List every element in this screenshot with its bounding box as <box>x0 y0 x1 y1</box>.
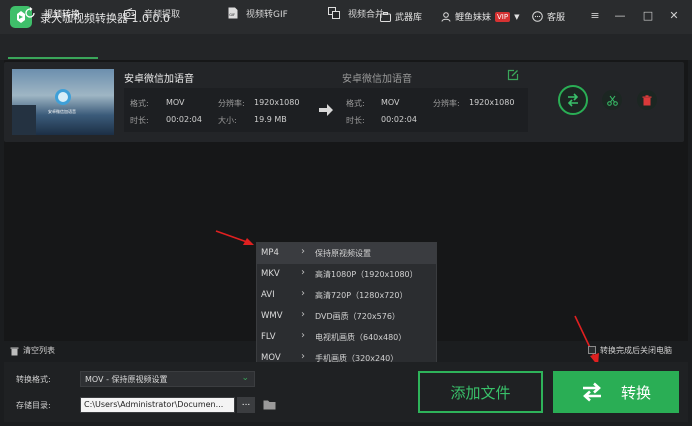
format-option-flv[interactable]: FLV <box>261 332 276 342</box>
tab-audio-extract[interactable]: 音频提取 <box>124 0 180 26</box>
target-duration-value: 00:02:04 <box>381 115 417 124</box>
vip-badge: VIP <box>495 11 511 22</box>
preset-option[interactable]: 高清1080P（1920x1080） <box>315 269 418 280</box>
target-format-label: 格式: <box>346 99 365 108</box>
scissors-icon <box>606 95 618 106</box>
target-resolution-label: 分辨率: <box>433 99 460 108</box>
svg-text:GIF: GIF <box>229 13 235 17</box>
source-size-label: 大小: <box>218 116 237 125</box>
format-option-mkv[interactable]: MKV <box>261 269 280 279</box>
clear-list-label: 清空列表 <box>23 346 55 355</box>
chevron-right-icon: › <box>301 267 305 278</box>
menu-icon[interactable]: ≡ <box>587 8 603 24</box>
shutdown-checkbox[interactable] <box>588 346 596 354</box>
output-format-value: MOV - 保持原视频设置 <box>85 375 168 384</box>
user-icon <box>441 11 451 22</box>
shutdown-after-label: 转换完成后关闭电脑 <box>600 346 672 355</box>
tab-label: 视频合并 <box>348 9 385 20</box>
thumbnail-caption: 安卓微信加语音 <box>48 109 76 114</box>
source-duration-value: 00:02:04 <box>166 115 202 124</box>
tab-bar <box>0 34 692 60</box>
clear-list-button[interactable]: 清空列表 <box>10 345 55 356</box>
tab-label: 音频提取 <box>144 9 181 20</box>
maximize-icon[interactable]: □ <box>640 8 656 24</box>
chevron-right-icon: › <box>301 309 305 320</box>
video-thumbnail[interactable]: 安卓微信加语音 <box>12 69 114 135</box>
refresh-icon <box>25 7 35 18</box>
merge-icon <box>328 7 340 19</box>
annotation-arrow-icon <box>215 230 254 245</box>
arrow-right-icon <box>319 104 333 116</box>
target-resolution-value: 1920x1080 <box>469 98 515 107</box>
preset-option[interactable]: 高清720P（1280x720） <box>315 290 407 301</box>
folder-icon[interactable] <box>263 399 276 410</box>
chat-icon <box>532 11 543 22</box>
arsenal-button[interactable]: 武器库 <box>380 10 422 23</box>
output-format-select[interactable]: MOV - 保持原视频设置 ⌄ <box>80 371 255 387</box>
active-tab-indicator <box>8 57 98 59</box>
edit-icon[interactable] <box>507 69 519 81</box>
preset-option[interactable]: 电视机画质（640x480） <box>315 332 406 343</box>
convert-button[interactable]: 转换 <box>553 371 679 413</box>
output-dir-label: 存储目录: <box>16 401 51 410</box>
source-file-name: 安卓微信加语音 <box>124 74 194 85</box>
convert-label: 转换 <box>620 383 651 402</box>
list-actions-bar <box>4 343 688 359</box>
delete-button[interactable] <box>637 90 657 110</box>
source-duration-label: 时长: <box>130 116 149 125</box>
radio-icon <box>124 7 136 19</box>
tab-video-to-gif[interactable]: GIF 视频转GIF <box>228 0 288 26</box>
tab-label: 视频转GIF <box>246 9 288 20</box>
tab-video-convert[interactable]: 视频转换 <box>24 0 80 26</box>
tab-label: 视频转换 <box>44 9 81 20</box>
format-menu-row[interactable]: MKV › 高清1080P（1920x1080） <box>257 264 436 285</box>
add-file-button[interactable]: 添加文件 <box>418 371 543 413</box>
trash-icon <box>642 94 652 105</box>
source-format-label: 格式: <box>130 99 149 108</box>
swap-icon <box>582 382 601 402</box>
chevron-right-icon: › <box>301 330 305 341</box>
tab-video-merge[interactable]: 视频合并 <box>328 0 384 26</box>
swap-icon <box>567 93 579 107</box>
target-duration-label: 时长: <box>346 116 365 125</box>
format-option-avi[interactable]: AVI <box>261 290 275 300</box>
chevron-down-icon: ▼ <box>514 12 520 21</box>
convert-file-button[interactable] <box>558 85 588 115</box>
source-size-value: 19.9 MB <box>254 115 287 124</box>
minimize-icon[interactable]: — <box>612 8 628 24</box>
customer-service-button[interactable]: 客服 <box>532 10 565 23</box>
format-menu-row[interactable]: WMV › DVD画质（720x576） <box>257 306 436 327</box>
arsenal-label: 武器库 <box>395 13 423 23</box>
browse-button[interactable]: ... <box>237 397 255 413</box>
thumbnail-logo-icon <box>55 89 71 105</box>
source-format-value: MOV <box>166 98 185 107</box>
output-format-label: 转换格式: <box>16 375 51 384</box>
source-resolution-label: 分辨率: <box>218 99 245 108</box>
trash-icon <box>10 347 19 355</box>
format-menu-row[interactable]: AVI › 高清720P（1280x720） <box>257 285 436 306</box>
gif-file-icon: GIF <box>228 7 238 19</box>
cut-button[interactable] <box>602 90 622 110</box>
source-resolution-value: 1920x1080 <box>254 98 300 107</box>
target-format-value: MOV <box>381 98 400 107</box>
close-icon[interactable]: ✕ <box>666 8 682 24</box>
output-file-name: 安卓微信加语音 <box>342 74 412 85</box>
chevron-down-icon: ⌄ <box>241 373 249 383</box>
chevron-right-icon: › <box>301 288 305 299</box>
annotation-arrow-icon <box>574 315 599 366</box>
user-name: 鲤鱼妹妹 <box>455 13 492 23</box>
output-dir-input[interactable]: C:\Users\Administrator\Documen... <box>80 397 235 413</box>
user-menu[interactable]: 鲤鱼妹妹 VIP ▼ <box>441 10 519 23</box>
chevron-right-icon: › <box>301 246 305 257</box>
format-menu-row[interactable]: MP4 › 保持原视频设置 <box>257 243 436 264</box>
format-option-mp4[interactable]: MP4 <box>261 248 279 258</box>
preset-option[interactable]: 保持原视频设置 <box>315 248 371 259</box>
preset-option[interactable]: DVD画质（720x576） <box>315 311 400 322</box>
customer-service-label: 客服 <box>547 13 566 23</box>
format-option-wmv[interactable]: WMV <box>261 311 283 321</box>
